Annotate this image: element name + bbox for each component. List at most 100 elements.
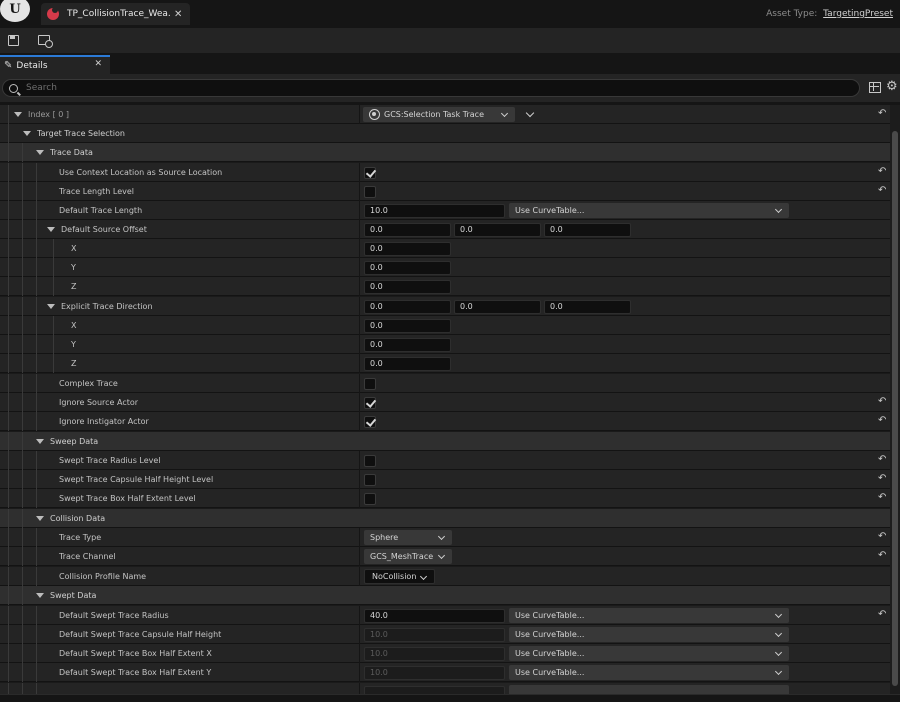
curve-table-combo[interactable]: Use CurveTable...: [509, 203, 789, 218]
ignore-source-actor-checkbox[interactable]: [364, 396, 376, 409]
expander-icon[interactable]: [14, 112, 22, 117]
collision-profile-combo[interactable]: NoCollision: [364, 569, 435, 584]
column-divider[interactable]: [359, 277, 360, 296]
asset-type-link[interactable]: TargetingPreset: [823, 9, 893, 19]
reset-to-default-icon[interactable]: ↶: [878, 609, 886, 621]
close-details-icon[interactable]: ✕: [94, 59, 102, 69]
trace-direction-z-field[interactable]: 0.0: [364, 356, 451, 371]
reset-to-default-icon[interactable]: ↶: [878, 415, 886, 427]
curve-table-combo[interactable]: Use CurveTable...: [509, 665, 789, 680]
column-divider[interactable]: [359, 393, 360, 412]
column-divider[interactable]: [359, 105, 360, 124]
trace-direction-y-input[interactable]: 0.0: [454, 299, 541, 314]
column-divider[interactable]: [359, 412, 360, 431]
category-target-trace-selection[interactable]: Target Trace Selection: [0, 124, 890, 143]
column-divider[interactable]: [359, 316, 360, 335]
save-button[interactable]: [4, 32, 22, 48]
search-input[interactable]: [26, 83, 826, 93]
swept-radius-level-checkbox[interactable]: [364, 454, 376, 467]
reset-to-default-icon[interactable]: ↶: [878, 531, 886, 543]
details-tab[interactable]: ✎ Details ✕: [0, 55, 110, 74]
column-divider[interactable]: [359, 470, 360, 489]
expander-icon[interactable]: [47, 227, 55, 232]
column-divider[interactable]: [359, 625, 360, 644]
use-context-location-checkbox[interactable]: [364, 166, 376, 179]
expander-icon[interactable]: [36, 439, 44, 444]
close-tab-icon[interactable]: ✕: [174, 9, 182, 20]
default-swept-box-x-input[interactable]: 10.0: [364, 646, 505, 661]
expander-icon[interactable]: [36, 150, 44, 155]
curve-table-combo[interactable]: Use CurveTable...: [509, 627, 789, 642]
column-divider[interactable]: [359, 547, 360, 566]
unreal-engine-logo-icon[interactable]: U: [0, 0, 30, 22]
column-divider[interactable]: [359, 182, 360, 201]
column-divider[interactable]: [359, 663, 360, 682]
column-divider[interactable]: [359, 220, 360, 239]
source-offset-x-input[interactable]: 0.0: [364, 222, 451, 237]
reset-to-default-icon[interactable]: ↶: [878, 108, 886, 120]
document-tab[interactable]: TP_CollisionTrace_Wea... ✕: [41, 3, 190, 25]
category-trace-data[interactable]: Trace Data: [0, 143, 890, 162]
default-swept-capsule-input[interactable]: 10.0: [364, 627, 505, 642]
reset-to-default-icon[interactable]: ↶: [878, 166, 886, 178]
expander-icon[interactable]: [36, 593, 44, 598]
ignore-instigator-actor-checkbox[interactable]: [364, 415, 376, 428]
task-class-combo[interactable]: GCS:Selection Task Trace: [363, 107, 515, 122]
column-divider[interactable]: [359, 201, 360, 220]
search-box[interactable]: [2, 79, 860, 97]
trace-direction-z-input[interactable]: 0.0: [544, 299, 631, 314]
swept-box-level-checkbox[interactable]: [364, 492, 376, 505]
column-divider[interactable]: [359, 374, 360, 393]
reset-to-default-icon[interactable]: ↶: [878, 550, 886, 562]
reset-to-default-icon[interactable]: ↶: [878, 185, 886, 197]
expander-icon[interactable]: [36, 516, 44, 521]
reset-to-default-icon[interactable]: ↶: [878, 396, 886, 408]
column-divider[interactable]: [359, 163, 360, 182]
column-divider[interactable]: [359, 258, 360, 277]
default-swept-box-y-input[interactable]: 10.0: [364, 665, 505, 680]
property-matrix-icon[interactable]: [869, 82, 881, 93]
complex-trace-checkbox[interactable]: [364, 377, 376, 390]
curve-table-label: Use CurveTable...: [515, 206, 585, 215]
swept-capsule-level-checkbox[interactable]: [364, 473, 376, 486]
source-offset-x-field[interactable]: 0.0: [364, 241, 451, 256]
source-offset-y-input[interactable]: 0.0: [454, 222, 541, 237]
column-divider[interactable]: [359, 297, 360, 316]
source-offset-z-input[interactable]: 0.0: [544, 222, 631, 237]
curve-table-combo[interactable]: Use CurveTable...: [509, 608, 789, 623]
curve-table-combo[interactable]: Use CurveTable...: [509, 646, 789, 661]
reset-to-default-icon[interactable]: ↶: [878, 492, 886, 504]
column-divider[interactable]: [359, 354, 360, 373]
default-swept-radius-input[interactable]: 40.0: [364, 608, 505, 623]
category-sweep-data[interactable]: Sweep Data: [0, 432, 890, 451]
column-divider[interactable]: [359, 489, 360, 508]
reset-to-default-icon[interactable]: ↶: [878, 454, 886, 466]
expander-icon[interactable]: [47, 304, 55, 309]
category-swept-data[interactable]: Swept Data: [0, 586, 890, 605]
column-divider[interactable]: [359, 451, 360, 470]
trace-direction-y-field[interactable]: 0.0: [364, 337, 451, 352]
trace-direction-x-field[interactable]: 0.0: [364, 318, 451, 333]
column-divider[interactable]: [359, 528, 360, 547]
source-offset-z-field[interactable]: 0.0: [364, 279, 451, 294]
browse-to-asset-button[interactable]: [35, 32, 53, 48]
trace-type-combo[interactable]: Sphere: [364, 530, 452, 545]
column-divider[interactable]: [359, 644, 360, 663]
column-divider[interactable]: [359, 606, 360, 625]
element-options-chevron-icon[interactable]: [525, 108, 535, 118]
scrollbar-thumb[interactable]: [892, 131, 898, 686]
trace-direction-x-input[interactable]: 0.0: [364, 299, 451, 314]
reset-to-default-icon[interactable]: ↶: [878, 473, 886, 485]
vertical-scrollbar[interactable]: [890, 105, 900, 695]
column-divider[interactable]: [359, 239, 360, 258]
source-offset-y-field[interactable]: 0.0: [364, 260, 451, 275]
trace-length-level-checkbox[interactable]: [364, 185, 376, 198]
column-divider[interactable]: [359, 567, 360, 586]
expander-icon[interactable]: [23, 131, 31, 136]
default-trace-length-input[interactable]: 10.0: [364, 203, 505, 218]
search-row: ⚙: [0, 74, 900, 102]
category-collision-data[interactable]: Collision Data: [0, 509, 890, 528]
gear-icon[interactable]: ⚙: [886, 80, 898, 93]
column-divider[interactable]: [359, 335, 360, 354]
trace-channel-combo[interactable]: GCS_MeshTrace: [364, 549, 452, 564]
